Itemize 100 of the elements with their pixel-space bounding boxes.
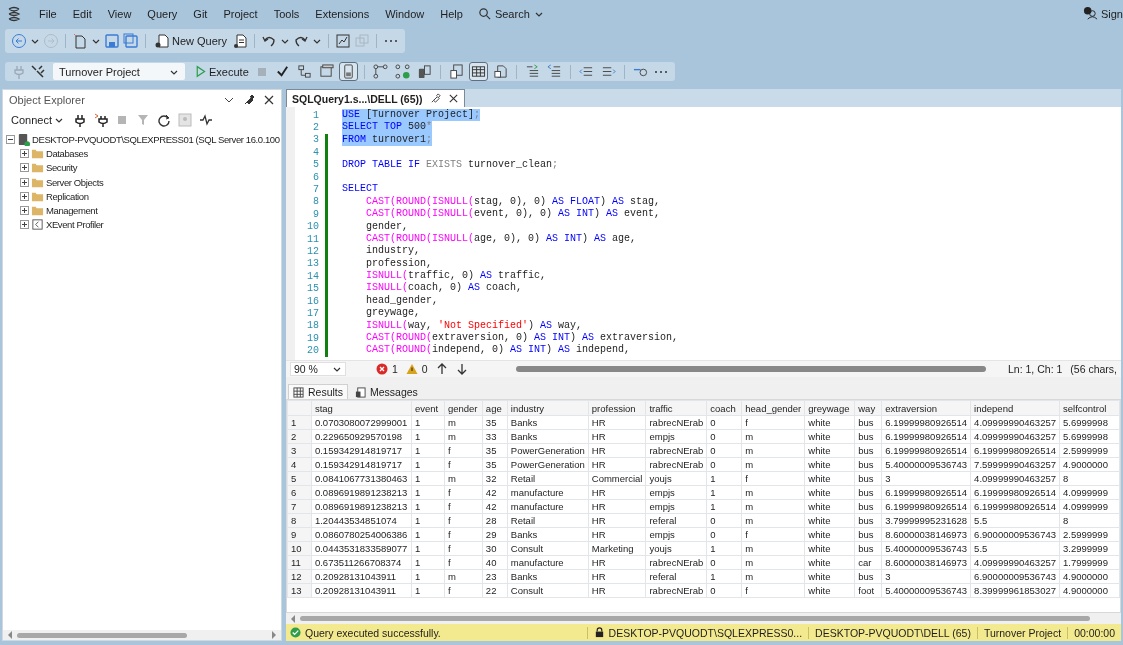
code-line: ISNULL(traffic, 0) AS traffic, [365,270,547,282]
connect-dropdown[interactable]: Connect [9,112,66,128]
menu-item[interactable]: View [100,5,139,22]
scrollbar-thumb[interactable] [515,366,986,372]
zoom-dropdown[interactable]: 90 % [290,362,346,376]
menu-item[interactable]: Tools [266,5,307,22]
code-line: industry, [365,245,420,258]
warning-count[interactable]: 0 [405,363,428,375]
expand-icon[interactable] [20,206,29,216]
lock-icon [593,627,605,638]
tree-item[interactable]: DESKTOP-PVQUODT\SQLEXPRESS01 (SQL Server 16.0.100 [32,133,280,145]
menu-item[interactable]: Window [378,5,432,22]
tree-item[interactable]: Security [46,162,78,174]
column-header[interactable]: stag [311,400,412,416]
pin-icon[interactable] [243,94,255,106]
nodes-button[interactable] [370,62,390,81]
column-header[interactable]: industry [507,400,589,416]
scroll-left-icon[interactable] [7,631,13,639]
disconnect-icon[interactable] [30,63,46,80]
column-header[interactable]: way [854,400,882,416]
table-cell: f [444,457,483,472]
new-file-icon[interactable] [72,33,88,49]
nodes-check-button[interactable] [392,62,412,81]
menu-item[interactable]: Project [216,5,265,22]
table-cell: HR [588,499,646,514]
tree-item[interactable]: XEvent Profiler [46,219,104,231]
table-cell: bus [854,499,882,514]
chart-window-icon[interactable] [335,33,352,49]
menu-item[interactable]: File [32,5,64,22]
line-number: 4 [312,146,319,158]
arrow-up-icon[interactable] [435,363,448,375]
tree-item[interactable]: Server Objects [46,176,104,188]
form-button[interactable] [338,62,358,81]
table-cell: 1 [411,555,445,570]
column-header[interactable]: independ [970,400,1060,416]
line-number: 10 [306,221,319,233]
table-cell: 0 [706,513,742,528]
expand-icon[interactable] [20,163,29,173]
save-all-icon[interactable] [123,33,139,49]
search-menu[interactable]: Search [471,5,550,22]
disconnect-icon[interactable] [94,113,108,127]
expand-icon[interactable] [20,177,29,187]
column-header[interactable]: greywage [804,400,855,416]
column-header[interactable]: age [482,400,508,416]
menu-item[interactable]: Help [433,5,470,22]
expand-icon[interactable] [20,148,29,158]
grid-icon [470,64,486,79]
line-number: 15 [306,283,319,295]
column-header[interactable]: coach [706,400,742,416]
document-tab[interactable]: SQLQuery1.s...\DELL (65)) [286,89,465,107]
table-cell: 5.6999998 [1059,415,1120,430]
document-icon [154,33,170,49]
column-header[interactable]: event [411,400,445,416]
column-header[interactable]: extraversion [881,400,971,416]
close-icon[interactable] [263,94,275,106]
expand-icon[interactable] [20,220,29,230]
table-cell: 8.39999961853027 [970,583,1060,598]
menu-item[interactable]: Git [186,5,215,22]
panel-title: Object Explorer [9,94,86,106]
results-tab[interactable]: Results [288,384,348,399]
expand-icon[interactable] [20,191,29,201]
tree-item[interactable]: Management [46,205,98,217]
scroll-left-icon[interactable] [290,614,296,623]
scrollbar-thumb[interactable] [17,632,187,638]
menu-item[interactable]: Extensions [308,5,377,22]
table-cell: 1 [411,513,445,528]
unindent-icon [546,64,562,79]
table-cell: 32 [482,471,508,486]
table-cell: 1.20443534851074 [311,513,412,528]
grid-button[interactable] [468,62,488,81]
code-line: CAST(ROUND(independ, 0) AS INT) AS independ, [365,344,631,357]
database-dropdown[interactable]: Turnover Project [53,63,185,80]
execute-button[interactable]: Execute [192,63,251,80]
tree-item[interactable]: Databases [46,147,88,159]
new-query-button[interactable]: New Query [152,31,230,51]
menu-item[interactable]: Edit [65,5,99,22]
column-header[interactable]: gender [444,400,483,416]
table-cell: 1 [411,471,445,486]
table-cell: HR [588,513,646,528]
column-header[interactable]: head_gender [741,400,805,416]
error-count[interactable]: 1 [375,363,398,375]
column-header[interactable]: selfcontrol [1059,400,1120,416]
refresh-icon[interactable] [157,113,171,127]
scrollbar-thumb[interactable] [300,616,1090,621]
query-file-icon[interactable] [232,33,249,49]
menu-item[interactable]: Query [140,5,185,22]
table-cell: bus [854,471,882,486]
table-cell: 3 [881,471,971,486]
line-number: 20 [306,345,319,357]
column-header[interactable]: traffic [645,400,707,416]
table-cell: referal [645,569,707,584]
column-header[interactable]: profession [588,400,646,416]
table-cell: HR [588,415,646,430]
collapse-icon[interactable] [6,134,15,144]
tree-item[interactable]: Replication [46,190,89,202]
plug-icon[interactable] [73,113,87,127]
scroll-right-icon[interactable] [271,631,277,639]
sign-in-button[interactable]: Sign [1078,4,1123,23]
pulse-icon[interactable] [199,113,213,127]
arrow-down-icon[interactable] [455,363,468,375]
